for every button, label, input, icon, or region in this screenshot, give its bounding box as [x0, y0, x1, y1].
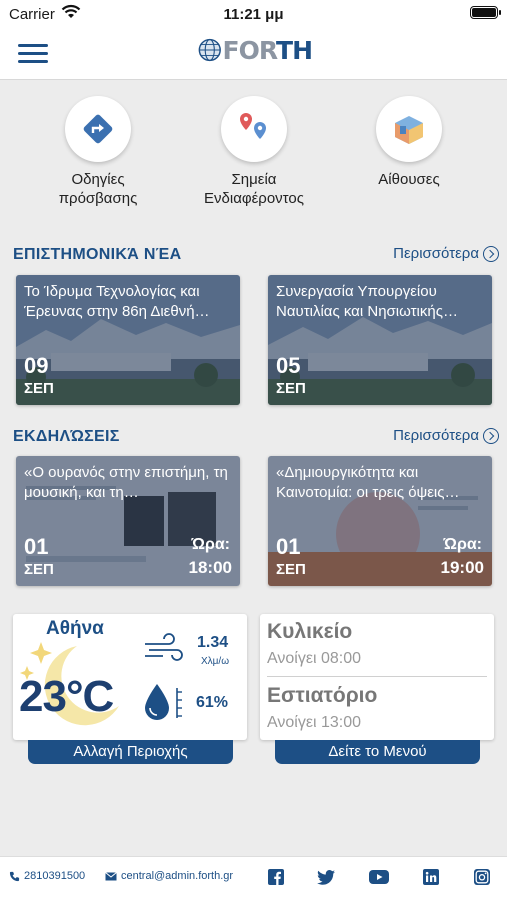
- quick-action-directions[interactable]: Οδηγίες πρόσβασης: [28, 96, 168, 208]
- directions-label-line2: πρόσβασης: [58, 190, 138, 207]
- instagram-icon[interactable]: [472, 867, 492, 887]
- humidity-icon: [145, 684, 182, 720]
- rooms-label: Αίθουσες: [378, 171, 440, 188]
- divider: [267, 676, 487, 677]
- view-menu-button[interactable]: Δείτε το Μενού: [275, 740, 480, 764]
- room-icon[interactable]: [376, 96, 442, 162]
- chevron-right-icon[interactable]: [483, 427, 499, 444]
- weather-wind-speed: 1.34: [197, 634, 229, 651]
- event-card-hour-label: Ώρα:: [191, 536, 230, 553]
- canteen-title: Κυλικείο: [267, 620, 353, 643]
- weather-temperature: 23°C: [19, 672, 114, 721]
- news-card-month: ΣΕΠ: [24, 380, 54, 397]
- event-card[interactable]: «Δημιουργικότητα και Καινοτομία: οι τρει…: [268, 456, 492, 586]
- wind-icon: [145, 633, 183, 661]
- event-card-day: 01: [276, 534, 301, 559]
- globe-icon: [198, 38, 221, 62]
- event-card-month: ΣΕΠ: [276, 561, 306, 578]
- events-more-link[interactable]: Περισσότερα: [393, 427, 499, 444]
- email-link[interactable]: central@admin.forth.gr: [105, 870, 233, 882]
- event-card-hour: 19:00: [440, 558, 484, 577]
- forth-logo: FORTH: [198, 34, 313, 66]
- top-nav-bar: FORTH: [0, 28, 507, 80]
- news-card[interactable]: Το Ίδρυμα Τεχνολογίας και Έρευνας στην 8…: [16, 275, 240, 405]
- event-card-title: «Ο ουρανός στην επιστήμη, τη μουσική, κα…: [24, 464, 228, 501]
- quick-action-points-of-interest[interactable]: Σημεία Ενδιαφέροντος: [184, 96, 324, 208]
- event-card-title: «Δημιουργικότητα και Καινοτομία: οι τρει…: [276, 464, 460, 501]
- news-section-title: ΕΠΙΣΤΗΜΟΝΙΚΆ ΝΈΑ: [13, 246, 182, 263]
- quick-action-rooms[interactable]: Αίθουσες: [339, 96, 479, 189]
- youtube-icon[interactable]: [369, 867, 389, 887]
- battery-icon: [470, 6, 501, 19]
- restaurant-hours: Ανοίγει 13:00: [267, 714, 362, 731]
- news-card-title: Το Ίδρυμα Τεχνολογίας και Έρευνας στην 8…: [24, 283, 210, 320]
- event-card-hour: 18:00: [188, 558, 232, 577]
- phone-link[interactable]: 2810391500: [9, 870, 85, 882]
- map-pins-icon[interactable]: [221, 96, 287, 162]
- canteen-hours: Ανοίγει 08:00: [267, 650, 362, 667]
- mail-icon: [105, 871, 117, 880]
- news-card-day: 05: [276, 353, 301, 378]
- news-more-link[interactable]: Περισσότερα: [393, 245, 499, 262]
- phone-icon: [9, 871, 20, 881]
- twitter-icon[interactable]: [316, 867, 336, 887]
- directions-label-line1: Οδηγίες: [71, 171, 125, 188]
- status-bar: Carrier 11:21 μμ: [0, 0, 507, 28]
- news-card-day: 09: [24, 353, 49, 378]
- event-card[interactable]: «Ο ουρανός στην επιστήμη, τη μουσική, κα…: [16, 456, 240, 586]
- change-region-button[interactable]: Αλλαγή Περιοχής: [28, 740, 233, 764]
- linkedin-icon[interactable]: [421, 867, 441, 887]
- chevron-right-icon[interactable]: [483, 245, 499, 262]
- dining-widget: Κυλικείο Ανοίγει 08:00 Εστιατόριο Ανοίγε…: [260, 614, 494, 740]
- events-section-title: ΕΚΔΗΛΏΣΕΙΣ: [13, 428, 120, 445]
- weather-humidity: 61%: [196, 694, 229, 711]
- clock: 11:21 μμ: [223, 6, 284, 23]
- poi-label-line1: Σημεία: [231, 171, 277, 188]
- restaurant-title: Εστιατόριο: [267, 684, 378, 707]
- facebook-icon[interactable]: [266, 867, 286, 887]
- weather-wind-unit: Χλμ/ω: [201, 656, 230, 667]
- weather-city: Αθήνα: [46, 618, 104, 639]
- news-card-month: ΣΕΠ: [276, 380, 306, 397]
- events-more-label[interactable]: Περισσότερα: [393, 427, 479, 444]
- event-card-month: ΣΕΠ: [24, 561, 54, 578]
- news-card[interactable]: Συνεργασία Υπουργείου Ναυτιλίας και Νησι…: [268, 275, 492, 405]
- event-card-hour-label: Ώρα:: [443, 536, 482, 553]
- menu-icon[interactable]: [18, 42, 48, 64]
- poi-label-line2: Ενδιαφέροντος: [204, 190, 304, 207]
- event-card-day: 01: [24, 534, 49, 559]
- news-more-label[interactable]: Περισσότερα: [393, 245, 479, 262]
- directions-icon[interactable]: [65, 96, 131, 162]
- email-address[interactable]: central@admin.forth.gr: [121, 870, 233, 882]
- phone-number[interactable]: 2810391500: [24, 870, 85, 882]
- weather-widget: Αθήνα 23°C 1.34 Χλμ/ω 61%: [13, 614, 247, 740]
- logo-wordmark: FORTH: [222, 35, 313, 65]
- news-card-title: Συνεργασία Υπουργείου Ναυτιλίας και Νησι…: [276, 283, 458, 320]
- footer-bar: 2810391500 central@admin.forth.gr: [0, 856, 507, 900]
